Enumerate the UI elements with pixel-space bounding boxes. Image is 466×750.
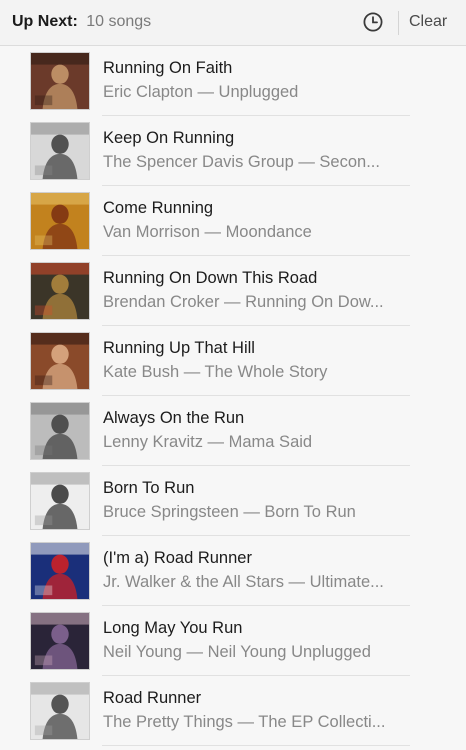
album-art bbox=[30, 52, 90, 110]
album-art bbox=[30, 682, 90, 740]
song-title: Keep On Running bbox=[103, 129, 235, 147]
clock-icon[interactable] bbox=[362, 11, 384, 33]
song-artist-album: Lenny Kravitz — Mama Said bbox=[103, 433, 313, 451]
song-row[interactable]: Keep On Running The Spencer Davis Group … bbox=[0, 116, 466, 186]
album-art bbox=[30, 192, 90, 250]
song-row[interactable]: (I'm a) Road Runner Jr. Walker & the All… bbox=[0, 536, 466, 606]
song-list: Running On Faith Eric Clapton — Unplugge… bbox=[0, 46, 466, 750]
song-row[interactable]: Always On the Run Lenny Kravitz — Mama S… bbox=[0, 396, 466, 466]
song-artist-album: The Pretty Things — The EP Collecti... bbox=[103, 713, 386, 731]
song-artist-album: Bruce Springsteen — Born To Run bbox=[103, 503, 356, 521]
song-artist-album: The Spencer Davis Group — Secon... bbox=[103, 153, 380, 171]
album-art bbox=[30, 262, 90, 320]
song-title: (I'm a) Road Runner bbox=[103, 549, 252, 567]
album-art bbox=[30, 472, 90, 530]
song-row[interactable]: Running On Down This Road Brendan Croker… bbox=[0, 256, 466, 326]
song-artist-album: Eric Clapton — Unplugged bbox=[103, 83, 299, 101]
song-artist-album: Neil Young — Neil Young Unplugged bbox=[103, 643, 371, 661]
song-title: Come Running bbox=[103, 199, 214, 217]
song-artist-album: Van Morrison — Moondance bbox=[103, 223, 312, 241]
album-art bbox=[30, 612, 90, 670]
song-title: Always On the Run bbox=[103, 409, 245, 427]
song-row[interactable]: Running On Faith Eric Clapton — Unplugge… bbox=[0, 46, 466, 116]
clear-button[interactable]: Clear bbox=[409, 13, 447, 31]
song-title: Born To Run bbox=[103, 479, 195, 497]
song-artist-album: Jr. Walker & the All Stars — Ultimate... bbox=[103, 573, 384, 591]
song-row[interactable]: Running Up That Hill Kate Bush — The Who… bbox=[0, 326, 466, 396]
song-count: 10 songs bbox=[86, 13, 152, 30]
song-row[interactable]: Road Runner The Pretty Things — The EP C… bbox=[0, 676, 466, 746]
song-artist-album: Kate Bush — The Whole Story bbox=[103, 363, 328, 381]
header-divider bbox=[398, 11, 399, 35]
song-title: Road Runner bbox=[103, 689, 202, 707]
album-art bbox=[30, 402, 90, 460]
up-next-header: Up Next: 10 songs Clear bbox=[0, 0, 466, 46]
album-art bbox=[30, 332, 90, 390]
song-artist-album: Brendan Croker — Running On Dow... bbox=[103, 293, 384, 311]
song-title: Long May You Run bbox=[103, 619, 243, 637]
song-title: Running Up That Hill bbox=[103, 339, 255, 357]
song-row[interactable]: Come Running Van Morrison — Moondance bbox=[0, 186, 466, 256]
song-title: Running On Faith bbox=[103, 59, 233, 77]
up-next-title: Up Next: 10 songs bbox=[12, 13, 151, 31]
song-title: Running On Down This Road bbox=[103, 269, 318, 287]
song-row[interactable]: Born To Run Bruce Springsteen — Born To … bbox=[0, 466, 466, 536]
song-row[interactable]: Long May You Run Neil Young — Neil Young… bbox=[0, 606, 466, 676]
album-art bbox=[30, 122, 90, 180]
album-art bbox=[30, 542, 90, 600]
up-next-label: Up Next: bbox=[12, 13, 78, 30]
